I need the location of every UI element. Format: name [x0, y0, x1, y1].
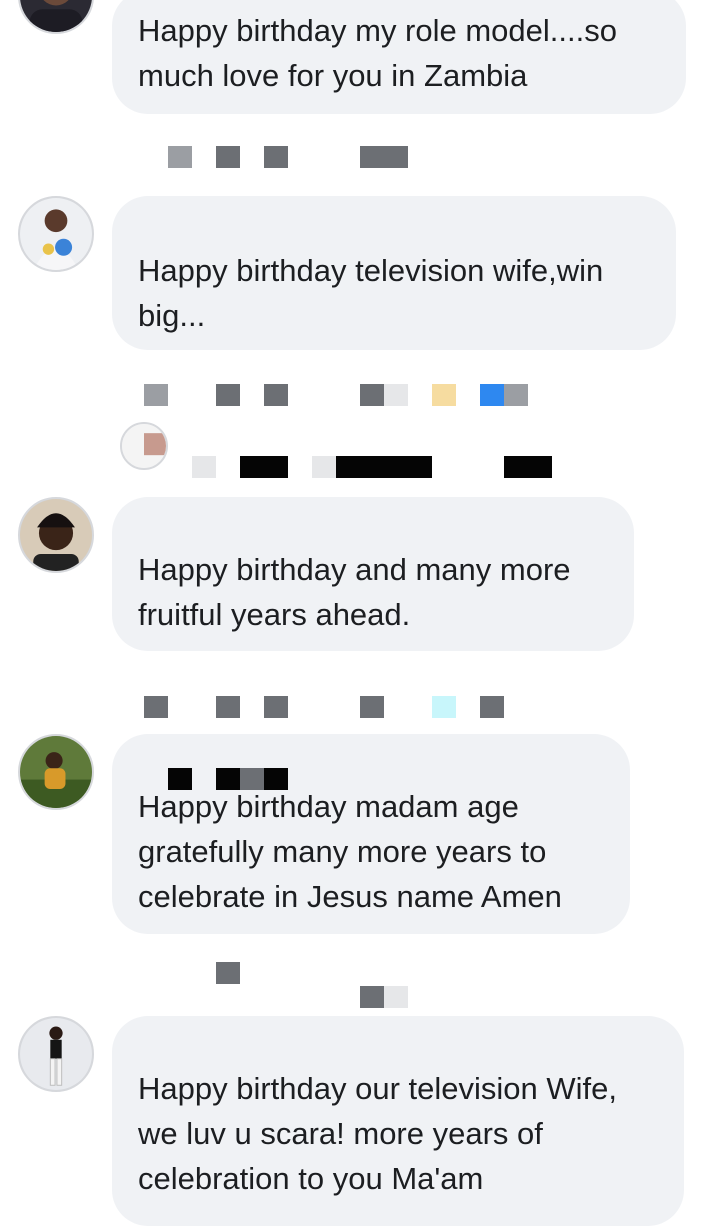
comment-text: Happy birthday my role model....so much …	[138, 13, 617, 93]
comment-bubble: Happy birthday and many more fruitful ye…	[112, 497, 634, 651]
redacted-action-link[interactable]	[264, 146, 288, 168]
comment-text: Happy birthday madam age gratefully many…	[138, 789, 562, 914]
redacted-name[interactable]	[216, 768, 240, 790]
redacted-reply-preview[interactable]	[504, 456, 552, 478]
commenter-avatar[interactable]	[18, 1016, 94, 1092]
redacted-action-link[interactable]	[360, 146, 408, 168]
redacted-name[interactable]	[264, 768, 288, 790]
redacted-reply-preview[interactable]	[192, 456, 216, 478]
redacted-reply-preview[interactable]	[312, 456, 336, 478]
redacted-action-link[interactable]	[360, 986, 384, 1008]
redacted-reaction[interactable]	[432, 696, 456, 718]
redacted-action-link[interactable]	[264, 384, 288, 406]
redacted-action-link[interactable]	[216, 384, 240, 406]
redacted-action-link[interactable]	[216, 146, 240, 168]
redacted-reaction[interactable]	[504, 384, 528, 406]
redacted-reply-preview[interactable]	[336, 456, 432, 478]
redacted-action-link[interactable]	[216, 696, 240, 718]
commenter-avatar[interactable]	[18, 0, 94, 34]
redacted-action-link[interactable]	[264, 696, 288, 718]
comment-text: Happy birthday television wife,win big..…	[138, 253, 604, 333]
comment-bubble: Happy birthday madam age gratefully many…	[112, 734, 630, 934]
commenter-avatar[interactable]	[18, 734, 94, 810]
redacted-reply-preview[interactable]	[240, 456, 288, 478]
redacted-action-link[interactable]	[144, 696, 168, 718]
redacted-action-link[interactable]	[216, 962, 240, 984]
redacted-reaction[interactable]	[432, 384, 456, 406]
comment-text: Happy birthday and many more fruitful ye…	[138, 552, 571, 632]
redacted-action-link[interactable]	[384, 986, 408, 1008]
redacted-reaction[interactable]	[480, 696, 504, 718]
redacted-action-link[interactable]	[144, 384, 168, 406]
comment-bubble: Happy birthday my role model....so much …	[112, 0, 686, 114]
redacted-action-link[interactable]	[360, 384, 384, 406]
comment-text: Happy birthday our television Wife, we l…	[138, 1071, 618, 1196]
commenter-avatar[interactable]	[18, 196, 94, 272]
comment-bubble: Happy birthday television wife,win big..…	[112, 196, 676, 350]
comment-bubble: Happy birthday our television Wife, we l…	[112, 1016, 684, 1226]
commenter-avatar[interactable]	[18, 497, 94, 573]
reply-avatar[interactable]	[120, 422, 168, 470]
redacted-action-link[interactable]	[384, 384, 408, 406]
redacted-action-link[interactable]	[360, 696, 384, 718]
redacted-action-link[interactable]	[168, 146, 192, 168]
redacted-reaction[interactable]	[480, 384, 504, 406]
redacted-name[interactable]	[168, 768, 192, 790]
redacted-name[interactable]	[240, 768, 264, 790]
